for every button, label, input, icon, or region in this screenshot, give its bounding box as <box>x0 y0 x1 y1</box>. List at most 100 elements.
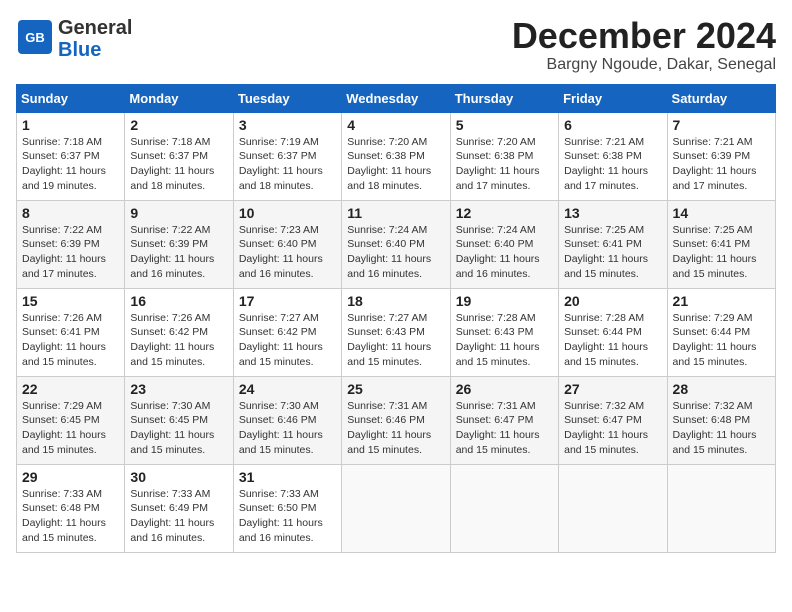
table-row: 30Sunrise: 7:33 AM Sunset: 6:49 PM Dayli… <box>125 464 233 552</box>
table-row: 16 Sunrise: 7:26 AM Sunset: 6:42 PM Dayli… <box>125 288 233 376</box>
day-number: 20 <box>564 293 661 309</box>
day-info: Sunrise: 7:18 AM Sunset: 6:37 PM Dayligh… <box>130 135 227 194</box>
day-number: 21 <box>673 293 770 309</box>
calendar-week-row: 8 Sunrise: 7:22 AM Sunset: 6:39 PM Daylig… <box>17 200 776 288</box>
day-number: 22 <box>22 381 119 397</box>
day-info: Sunrise: 7:32 AM Sunset: 6:47 PM Dayligh… <box>564 399 661 458</box>
day-info: Sunrise: 7:22 AM Sunset: 6:39 PM Dayligh… <box>130 223 227 282</box>
logo: GB General Blue <box>16 16 132 61</box>
table-row: 2 Sunrise: 7:18 AM Sunset: 6:37 PM Daylig… <box>125 112 233 200</box>
day-info: Sunrise: 7:24 AM Sunset: 6:40 PM Dayligh… <box>456 223 553 282</box>
col-sunday: Sunday <box>17 84 125 112</box>
day-info: Sunrise: 7:32 AM Sunset: 6:48 PM Dayligh… <box>673 399 770 458</box>
day-number: 18 <box>347 293 444 309</box>
day-number: 3 <box>239 117 336 133</box>
day-info: Sunrise: 7:33 AM Sunset: 6:49 PM Dayligh… <box>130 487 227 546</box>
table-row: 19 Sunrise: 7:28 AM Sunset: 6:43 PM Dayli… <box>450 288 558 376</box>
table-row: 5 Sunrise: 7:20 AM Sunset: 6:38 PM Daylig… <box>450 112 558 200</box>
day-info: Sunrise: 7:19 AM Sunset: 6:37 PM Dayligh… <box>239 135 336 194</box>
table-row: 11Sunrise: 7:24 AM Sunset: 6:40 PM Dayli… <box>342 200 450 288</box>
table-row: 17Sunrise: 7:27 AM Sunset: 6:42 PM Dayli… <box>233 288 341 376</box>
day-info: Sunrise: 7:21 AM Sunset: 6:39 PM Dayligh… <box>673 135 770 194</box>
table-row <box>450 464 558 552</box>
day-info: Sunrise: 7:30 AM Sunset: 6:46 PM Dayligh… <box>239 399 336 458</box>
day-number: 23 <box>130 381 227 397</box>
day-number: 24 <box>239 381 336 397</box>
table-row: 27Sunrise: 7:32 AM Sunset: 6:47 PM Dayli… <box>559 376 667 464</box>
svg-text:GB: GB <box>25 30 45 45</box>
day-number: 13 <box>564 205 661 221</box>
logo-general: General <box>58 17 132 39</box>
table-row: 31 Sunrise: 7:33 AM Sunset: 6:50 PM Dayli… <box>233 464 341 552</box>
day-number: 16 <box>130 293 227 309</box>
day-info: Sunrise: 7:28 AM Sunset: 6:43 PM Dayligh… <box>456 311 553 370</box>
table-row: 23 Sunrise: 7:30 AM Sunset: 6:45 PM Dayli… <box>125 376 233 464</box>
month-title: December 2024 <box>512 16 776 56</box>
table-row: 10 Sunrise: 7:23 AM Sunset: 6:40 PM Dayli… <box>233 200 341 288</box>
table-row: 8 Sunrise: 7:22 AM Sunset: 6:39 PM Daylig… <box>17 200 125 288</box>
day-number: 2 <box>130 117 227 133</box>
header: GB General Blue December 2024 Bargny Ngo… <box>16 16 776 74</box>
table-row: 15 Sunrise: 7:26 AM Sunset: 6:41 PM Dayli… <box>17 288 125 376</box>
day-number: 9 <box>130 205 227 221</box>
calendar-week-row: 15 Sunrise: 7:26 AM Sunset: 6:41 PM Dayli… <box>17 288 776 376</box>
table-row: 7Sunrise: 7:21 AM Sunset: 6:39 PM Daylig… <box>667 112 775 200</box>
day-number: 31 <box>239 469 336 485</box>
table-row: 28Sunrise: 7:32 AM Sunset: 6:48 PM Dayli… <box>667 376 775 464</box>
day-info: Sunrise: 7:23 AM Sunset: 6:40 PM Dayligh… <box>239 223 336 282</box>
day-info: Sunrise: 7:27 AM Sunset: 6:43 PM Dayligh… <box>347 311 444 370</box>
day-info: Sunrise: 7:25 AM Sunset: 6:41 PM Dayligh… <box>564 223 661 282</box>
col-thursday: Thursday <box>450 84 558 112</box>
day-info: Sunrise: 7:26 AM Sunset: 6:41 PM Dayligh… <box>22 311 119 370</box>
col-saturday: Saturday <box>667 84 775 112</box>
day-info: Sunrise: 7:28 AM Sunset: 6:44 PM Dayligh… <box>564 311 661 370</box>
day-number: 4 <box>347 117 444 133</box>
table-row: 12 Sunrise: 7:24 AM Sunset: 6:40 PM Dayli… <box>450 200 558 288</box>
logo-text: General Blue <box>58 17 132 61</box>
day-info: Sunrise: 7:29 AM Sunset: 6:45 PM Dayligh… <box>22 399 119 458</box>
day-info: Sunrise: 7:26 AM Sunset: 6:42 PM Dayligh… <box>130 311 227 370</box>
day-number: 15 <box>22 293 119 309</box>
table-row: 25Sunrise: 7:31 AM Sunset: 6:46 PM Dayli… <box>342 376 450 464</box>
page-wrapper: GB General Blue December 2024 Bargny Ngo… <box>16 16 776 553</box>
day-info: Sunrise: 7:31 AM Sunset: 6:47 PM Dayligh… <box>456 399 553 458</box>
table-row: 1 Sunrise: 7:18 AM Sunset: 6:37 PM Daylig… <box>17 112 125 200</box>
day-number: 19 <box>456 293 553 309</box>
logo-icon: GB <box>16 16 54 61</box>
day-info: Sunrise: 7:30 AM Sunset: 6:45 PM Dayligh… <box>130 399 227 458</box>
day-info: Sunrise: 7:20 AM Sunset: 6:38 PM Dayligh… <box>456 135 553 194</box>
table-row: 13 Sunrise: 7:25 AM Sunset: 6:41 PM Dayli… <box>559 200 667 288</box>
day-info: Sunrise: 7:22 AM Sunset: 6:39 PM Dayligh… <box>22 223 119 282</box>
calendar-table: Sunday Monday Tuesday Wednesday Thursday… <box>16 84 776 553</box>
col-monday: Monday <box>125 84 233 112</box>
day-number: 5 <box>456 117 553 133</box>
day-info: Sunrise: 7:33 AM Sunset: 6:50 PM Dayligh… <box>239 487 336 546</box>
table-row: 20 Sunrise: 7:28 AM Sunset: 6:44 PM Dayli… <box>559 288 667 376</box>
calendar-header-row: Sunday Monday Tuesday Wednesday Thursday… <box>17 84 776 112</box>
day-number: 1 <box>22 117 119 133</box>
table-row: 29 Sunrise: 7:33 AM Sunset: 6:48 PM Dayli… <box>17 464 125 552</box>
logo-blue: Blue <box>58 39 101 61</box>
day-number: 17 <box>239 293 336 309</box>
table-row: 21Sunrise: 7:29 AM Sunset: 6:44 PM Dayli… <box>667 288 775 376</box>
calendar-week-row: 22 Sunrise: 7:29 AM Sunset: 6:45 PM Dayli… <box>17 376 776 464</box>
day-number: 10 <box>239 205 336 221</box>
day-info: Sunrise: 7:31 AM Sunset: 6:46 PM Dayligh… <box>347 399 444 458</box>
day-info: Sunrise: 7:33 AM Sunset: 6:48 PM Dayligh… <box>22 487 119 546</box>
day-info: Sunrise: 7:25 AM Sunset: 6:41 PM Dayligh… <box>673 223 770 282</box>
day-info: Sunrise: 7:24 AM Sunset: 6:40 PM Dayligh… <box>347 223 444 282</box>
calendar-week-row: 29 Sunrise: 7:33 AM Sunset: 6:48 PM Dayli… <box>17 464 776 552</box>
table-row: 4Sunrise: 7:20 AM Sunset: 6:38 PM Daylig… <box>342 112 450 200</box>
day-number: 29 <box>22 469 119 485</box>
day-info: Sunrise: 7:21 AM Sunset: 6:38 PM Dayligh… <box>564 135 661 194</box>
table-row: 18 Sunrise: 7:27 AM Sunset: 6:43 PM Dayli… <box>342 288 450 376</box>
day-number: 12 <box>456 205 553 221</box>
location-title: Bargny Ngoude, Dakar, Senegal <box>512 56 776 74</box>
day-info: Sunrise: 7:18 AM Sunset: 6:37 PM Dayligh… <box>22 135 119 194</box>
title-area: December 2024 Bargny Ngoude, Dakar, Sene… <box>512 16 776 74</box>
col-friday: Friday <box>559 84 667 112</box>
table-row: 14Sunrise: 7:25 AM Sunset: 6:41 PM Dayli… <box>667 200 775 288</box>
table-row: 24 Sunrise: 7:30 AM Sunset: 6:46 PM Dayli… <box>233 376 341 464</box>
day-number: 8 <box>22 205 119 221</box>
table-row <box>559 464 667 552</box>
